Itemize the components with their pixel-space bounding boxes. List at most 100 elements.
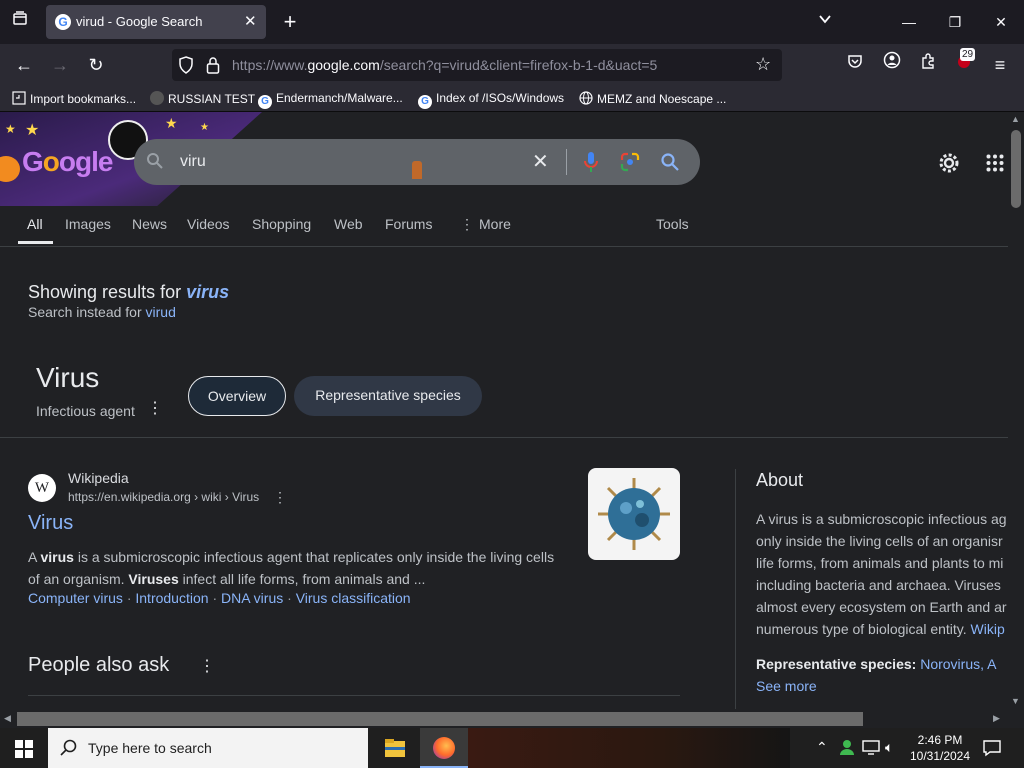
result-source-url[interactable]: https://en.wikipedia.org › wiki › Virus	[68, 490, 259, 504]
search-input[interactable]: viru	[180, 153, 206, 171]
showing-results-for: Showing results for virus	[28, 282, 229, 303]
result-source-name[interactable]: Wikipedia	[68, 470, 129, 486]
snippet-text: infect all life forms, from animals and …	[178, 571, 426, 587]
addon-notification-icon[interactable]: 29	[949, 48, 979, 80]
scroll-up-arrow-icon[interactable]: ▲	[1011, 114, 1020, 124]
rep-species-link[interactable]: Norovirus, A	[920, 656, 996, 672]
search-submit-icon[interactable]	[660, 152, 680, 177]
chip-overview[interactable]: Overview	[188, 376, 286, 416]
extensions-icon[interactable]	[913, 50, 943, 80]
microphone-icon[interactable]	[584, 151, 598, 178]
horizontal-scrollbar[interactable]: ◀ ▶	[0, 710, 1024, 728]
lock-icon[interactable]	[206, 56, 220, 79]
browser-tab-active[interactable]: G virud - Google Search ✕	[46, 5, 266, 39]
about-heading: About	[756, 470, 804, 490]
chip-representative-species[interactable]: Representative species	[294, 376, 482, 416]
pumpkin-icon	[0, 156, 20, 182]
sitelink-virus-classification[interactable]: Virus classification	[296, 590, 411, 606]
tab-news[interactable]: News	[132, 216, 167, 232]
sitelink-computer-virus[interactable]: Computer virus	[28, 590, 123, 606]
scroll-right-arrow-icon[interactable]: ▶	[993, 713, 1000, 724]
forward-icon[interactable]: →	[45, 50, 75, 80]
back-icon[interactable]: ←	[9, 50, 39, 80]
tab-list-icon[interactable]	[5, 7, 35, 37]
bookmark-endermanch[interactable]: G Endermanch/Malware...	[258, 91, 403, 109]
bookmark-russian-test[interactable]: RUSSIAN TEST	[150, 91, 255, 106]
scrollbar-thumb[interactable]	[1011, 130, 1021, 208]
page-content: ★ ★ ★ ★ Google viru ✕ All Images News Vi…	[0, 112, 1008, 710]
result-title-link[interactable]: Virus	[28, 512, 73, 535]
tab-videos[interactable]: Videos	[187, 216, 230, 232]
url-path: /search?q=virud&client=firefox-b-1-d&uac…	[379, 57, 658, 73]
original-query-link[interactable]: virud	[146, 304, 176, 320]
bookmark-label: Index of /ISOs/Windows	[436, 91, 565, 105]
url-text[interactable]: https://www.google.com/search?q=virud&cl…	[232, 57, 657, 73]
snippet-text: is a submicroscopic infectious agent tha…	[73, 549, 555, 565]
close-tab-icon[interactable]: ✕	[244, 12, 257, 30]
search-icon	[146, 152, 164, 175]
bookmark-import[interactable]: Import bookmarks...	[12, 91, 136, 106]
network-icon[interactable]	[862, 740, 880, 759]
wikipedia-favicon-icon: W	[28, 474, 56, 502]
sitelink-introduction[interactable]: Introduction	[135, 590, 208, 606]
sitelink-dna-virus[interactable]: DNA virus	[221, 590, 283, 606]
settings-gear-icon[interactable]	[937, 151, 961, 180]
corrected-query-link[interactable]: virus	[186, 282, 229, 302]
result-more-icon[interactable]: ⋮	[273, 489, 287, 506]
taskbar-time: 2:46 PM	[917, 733, 963, 747]
show-hidden-icons-icon[interactable]: ⌃	[816, 739, 828, 756]
notifications-icon[interactable]	[983, 739, 1001, 760]
google-logo-text: Google	[22, 146, 113, 177]
google-apps-icon[interactable]	[986, 154, 1004, 177]
search-box[interactable]: viru ✕	[134, 139, 700, 185]
minimize-icon[interactable]: —	[886, 0, 932, 44]
tab-images[interactable]: Images	[65, 216, 111, 232]
tab-bar: G virud - Google Search ✕ + — ❐ ✕	[0, 0, 1024, 44]
google-lens-icon[interactable]	[620, 152, 640, 177]
windows-start-icon[interactable]	[15, 740, 33, 763]
bookmark-star-icon[interactable]: ☆	[755, 54, 771, 75]
scroll-down-arrow-icon[interactable]: ▼	[1011, 696, 1020, 706]
star-icon: ★	[165, 115, 178, 131]
tab-more[interactable]: ⋮ More	[460, 216, 511, 233]
bookmark-isos[interactable]: G Index of /ISOs/Windows	[418, 91, 564, 109]
account-icon[interactable]	[877, 50, 907, 80]
virus-thumbnail-image[interactable]	[588, 468, 680, 560]
bookmark-memz[interactable]: MEMZ and Noescape ...	[579, 91, 726, 106]
bookmark-label: RUSSIAN TEST	[168, 92, 256, 106]
scroll-left-arrow-icon[interactable]: ◀	[4, 713, 11, 724]
rep-species-label: Representative species:	[756, 656, 917, 672]
volume-icon[interactable]: 🔈︎	[885, 739, 893, 756]
chevron-down-icon[interactable]	[810, 7, 840, 37]
entity-more-icon[interactable]: ⋮	[147, 398, 163, 418]
people-also-ask-heading: People also ask	[28, 654, 170, 676]
new-tab-icon[interactable]: +	[275, 7, 305, 37]
tracking-protection-icon[interactable]	[178, 56, 194, 79]
restore-icon[interactable]: ❐	[932, 0, 978, 44]
tab-all[interactable]: All	[27, 216, 43, 232]
save-to-pocket-icon[interactable]	[840, 50, 870, 80]
file-explorer-icon[interactable]	[384, 738, 406, 763]
clear-search-icon[interactable]: ✕	[532, 149, 549, 174]
paa-more-icon[interactable]: ⋮	[199, 656, 215, 676]
vertical-scrollbar[interactable]: ▲ ▼	[1008, 112, 1024, 710]
taskbar-search-box[interactable]: Type here to search	[48, 728, 368, 768]
taskbar-clock[interactable]: 2:46 PM 10/31/2024	[908, 732, 972, 764]
close-window-icon[interactable]: ✕	[978, 0, 1024, 44]
network-user-icon[interactable]	[838, 738, 856, 759]
search-box-divider	[566, 149, 567, 175]
about-line: life forms, from animals and plants to m…	[756, 555, 1004, 571]
hscrollbar-thumb[interactable]	[17, 712, 863, 726]
about-description: A virus is a submicroscopic infectious a…	[756, 508, 1008, 640]
url-bar[interactable]: https://www.google.com/search?q=virud&cl…	[172, 49, 782, 81]
tab-shopping[interactable]: Shopping	[252, 216, 311, 232]
firefox-taskbar-button[interactable]	[420, 728, 468, 768]
tab-forums[interactable]: Forums	[385, 216, 432, 232]
tools-button[interactable]: Tools	[656, 216, 689, 232]
see-more-link[interactable]: See more	[756, 678, 817, 694]
reload-icon[interactable]: ↻	[81, 50, 111, 80]
about-line: including bacteria and archaea. Viruses	[756, 577, 1001, 593]
hamburger-menu-icon[interactable]: ≡	[985, 50, 1015, 80]
tab-web[interactable]: Web	[334, 216, 363, 232]
wikipedia-link[interactable]: Wikip	[971, 621, 1005, 637]
